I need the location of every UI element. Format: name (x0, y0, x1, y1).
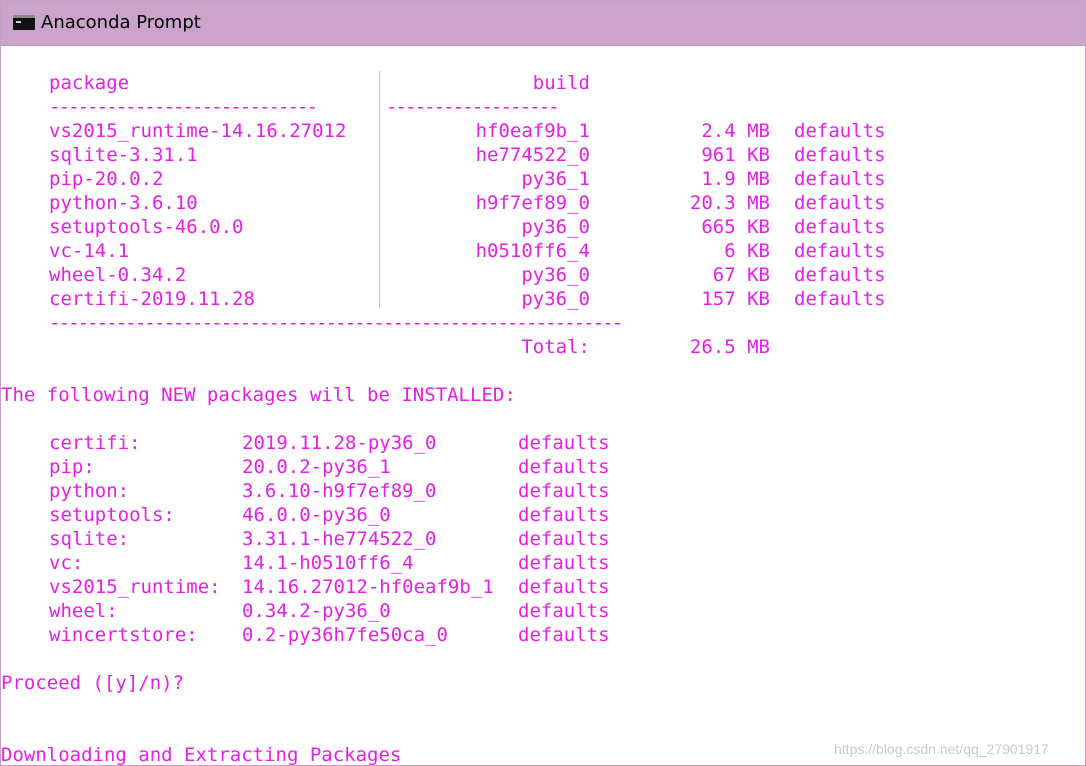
proceed-prompt: Proceed ([y]/n)? (1, 672, 185, 694)
console-output[interactable]: package build --------------------------… (1, 46, 1085, 766)
status-line: Downloading and Extracting Packages (1, 744, 402, 766)
table-header-package: package (49, 72, 130, 94)
install-spec: 14.16.27012-hf0eaf9b_1 (242, 576, 494, 598)
row-channel: defaults (794, 288, 886, 310)
terminal-window: Anaconda Prompt package build ----------… (0, 0, 1086, 766)
row-package: setuptools-46.0.0 (49, 216, 244, 238)
install-name: python: (49, 480, 130, 502)
table-header-rule-left: ---------------------------- (49, 96, 318, 118)
column-separator (379, 71, 380, 308)
row-channel: defaults (794, 144, 886, 166)
install-channel: defaults (518, 624, 610, 646)
install-channel: defaults (518, 432, 610, 454)
row-package: certifi-2019.11.28 (49, 288, 255, 310)
window-title: Anaconda Prompt (41, 12, 201, 33)
install-spec: 20.0.2-py36_1 (242, 456, 391, 478)
install-channel: defaults (518, 576, 610, 598)
install-heading: The following NEW packages will be INSTA… (1, 384, 516, 406)
row-package: wheel-0.34.2 (49, 264, 187, 286)
watermark-text: https://blog.csdn.net/qq_27901917 (834, 741, 1049, 757)
row-size: 665 KB (701, 216, 770, 238)
install-name: vs2015_runtime: (49, 576, 221, 598)
row-channel: defaults (794, 216, 886, 238)
row-channel: defaults (794, 264, 886, 286)
table-bottom-rule: ----------------------------------------… (49, 312, 623, 334)
install-spec: 0.2-py36h7fe50ca_0 (242, 624, 448, 646)
row-size: 20.3 MB (689, 192, 770, 214)
row-build: py36_1 (521, 168, 590, 190)
install-name: certifi: (49, 432, 141, 454)
row-package: pip-20.0.2 (49, 168, 164, 190)
row-size: 961 KB (701, 144, 770, 166)
total-label: Total: (521, 336, 590, 358)
row-channel: defaults (794, 168, 886, 190)
install-name: wincertstore: (49, 624, 198, 646)
install-name: pip: (49, 456, 95, 478)
total-value: 26.5 MB (689, 336, 770, 358)
row-build: he774522_0 (475, 144, 590, 166)
row-package: sqlite-3.31.1 (49, 144, 198, 166)
row-build: py36_0 (521, 264, 590, 286)
install-name: vc: (49, 552, 84, 574)
install-channel: defaults (518, 528, 610, 550)
table-header-build: build (532, 72, 590, 94)
table-header-rule-right: ------------------ (386, 96, 560, 118)
install-spec: 3.6.10-h9f7ef89_0 (242, 480, 437, 502)
row-channel: defaults (794, 240, 886, 262)
row-build: hf0eaf9b_1 (475, 120, 590, 142)
row-channel: defaults (794, 192, 886, 214)
row-size: 157 KB (701, 288, 770, 310)
install-name: wheel: (49, 600, 118, 622)
install-channel: defaults (518, 504, 610, 526)
row-build: h9f7ef89_0 (475, 192, 590, 214)
install-spec: 14.1-h0510ff6_4 (242, 552, 414, 574)
row-size: 1.9 MB (701, 168, 770, 190)
install-spec: 46.0.0-py36_0 (242, 504, 391, 526)
install-spec: 0.34.2-py36_0 (242, 600, 391, 622)
title-bar[interactable]: Anaconda Prompt (1, 1, 1085, 46)
install-spec: 2019.11.28-py36_0 (242, 432, 437, 454)
install-name: setuptools: (49, 504, 175, 526)
row-package: python-3.6.10 (49, 192, 198, 214)
row-build: h0510ff6_4 (475, 240, 590, 262)
row-size: 67 KB (712, 264, 770, 286)
install-channel: defaults (518, 600, 610, 622)
install-channel: defaults (518, 456, 610, 478)
terminal-icon (13, 15, 35, 30)
row-channel: defaults (794, 120, 886, 142)
install-channel: defaults (518, 480, 610, 502)
install-spec: 3.31.1-he774522_0 (242, 528, 437, 550)
row-package: vc-14.1 (49, 240, 130, 262)
install-channel: defaults (518, 552, 610, 574)
install-name: sqlite: (49, 528, 130, 550)
row-build: py36_0 (521, 288, 590, 310)
row-size: 6 KB (724, 240, 770, 262)
row-build: py36_0 (521, 216, 590, 238)
row-size: 2.4 MB (701, 120, 770, 142)
row-package: vs2015_runtime-14.16.27012 (49, 120, 347, 142)
